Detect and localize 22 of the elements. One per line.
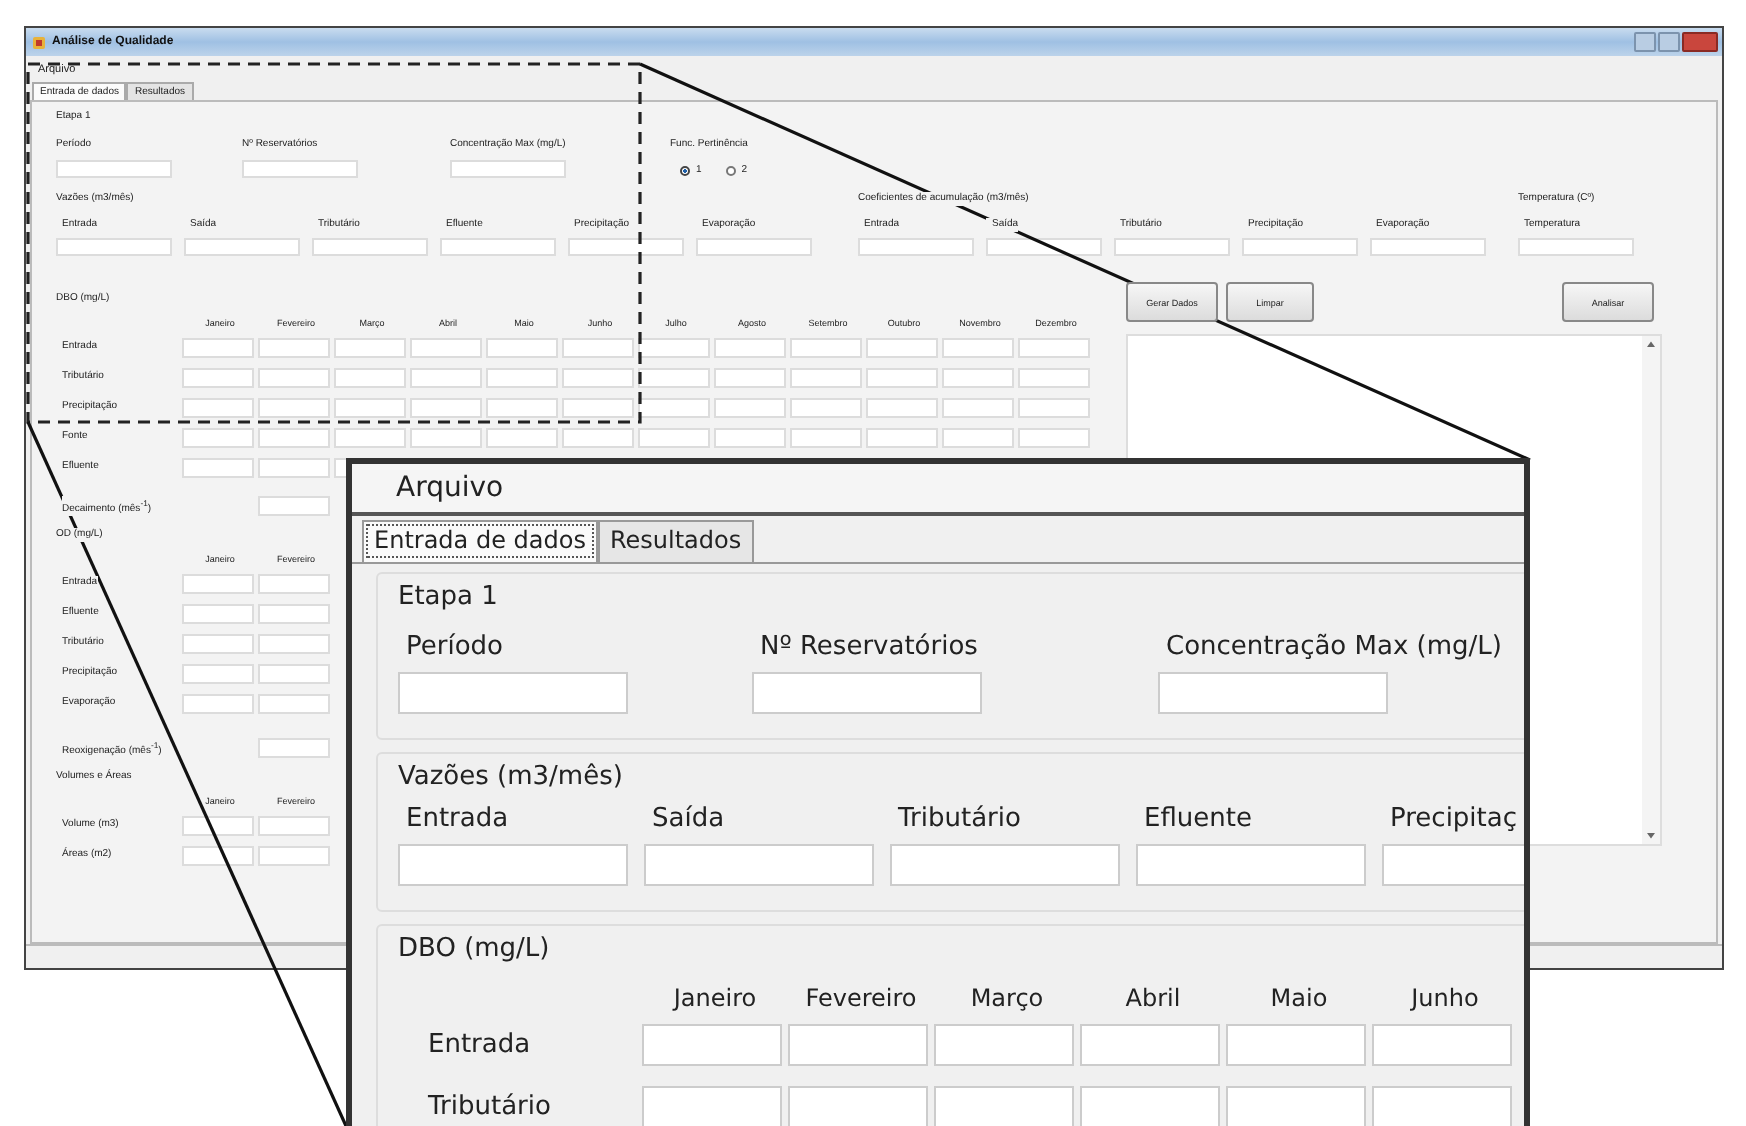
field-label: Entrada bbox=[404, 802, 511, 836]
month-header: Maio bbox=[1268, 982, 1330, 1014]
month-header: Fevereiro bbox=[803, 982, 919, 1014]
field-label: Período bbox=[404, 630, 505, 664]
month-header: Março bbox=[968, 982, 1046, 1014]
tab[interactable]: Entrada de dados bbox=[362, 520, 598, 562]
field-label: Tributário bbox=[896, 802, 1023, 836]
row-label: Tributário bbox=[426, 1092, 553, 1122]
group-title: Vazões (m3/mês) bbox=[398, 760, 625, 794]
field-label: Precipitaç bbox=[1388, 802, 1520, 836]
group-title: Etapa 1 bbox=[398, 580, 500, 614]
tab[interactable]: Resultados bbox=[597, 520, 754, 562]
row-label: Entrada bbox=[426, 1030, 533, 1060]
month-header: Abril bbox=[1123, 982, 1183, 1014]
field-label: Concentração Max (mg/L) bbox=[1164, 630, 1498, 664]
field-label: Nº Reservatórios bbox=[758, 630, 980, 664]
menu-item[interactable]: Arquivo bbox=[396, 472, 504, 504]
field-label: Efluente bbox=[1142, 802, 1254, 836]
month-header: Janeiro bbox=[670, 982, 759, 1014]
field-label: Saída bbox=[650, 802, 727, 836]
month-header: Junho bbox=[1408, 982, 1481, 1014]
group-title: DBO (mg/L) bbox=[398, 932, 552, 966]
